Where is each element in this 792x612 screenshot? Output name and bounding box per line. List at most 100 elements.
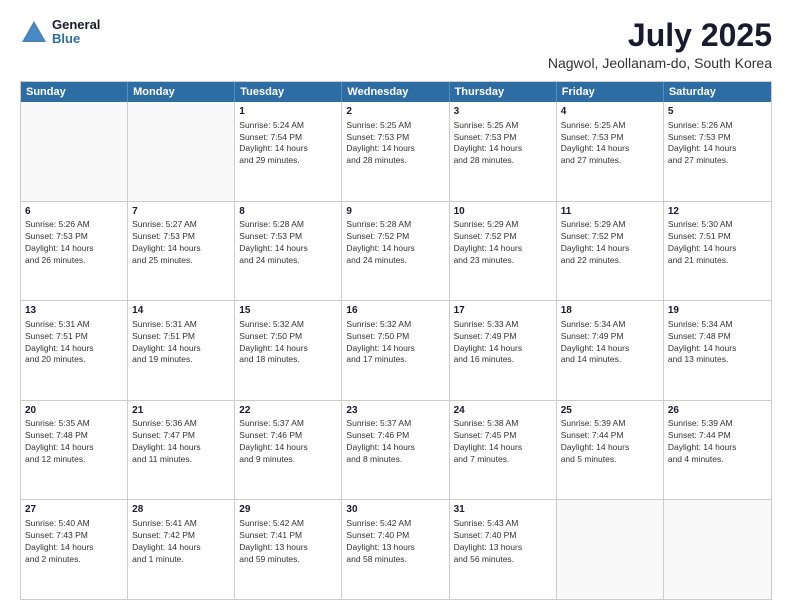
cell-info: Sunrise: 5:33 AM Sunset: 7:49 PM Dayligh… xyxy=(454,319,552,367)
cell-info: Sunrise: 5:32 AM Sunset: 7:50 PM Dayligh… xyxy=(239,319,337,367)
cal-cell: 13Sunrise: 5:31 AM Sunset: 7:51 PM Dayli… xyxy=(21,301,128,400)
cell-info: Sunrise: 5:25 AM Sunset: 7:53 PM Dayligh… xyxy=(454,120,552,168)
cal-cell xyxy=(664,500,771,599)
cell-info: Sunrise: 5:25 AM Sunset: 7:53 PM Dayligh… xyxy=(346,120,444,168)
calendar-header: SundayMondayTuesdayWednesdayThursdayFrid… xyxy=(21,82,771,102)
cell-info: Sunrise: 5:31 AM Sunset: 7:51 PM Dayligh… xyxy=(132,319,230,367)
cell-info: Sunrise: 5:38 AM Sunset: 7:45 PM Dayligh… xyxy=(454,418,552,466)
cal-cell: 8Sunrise: 5:28 AM Sunset: 7:53 PM Daylig… xyxy=(235,202,342,301)
day-number: 11 xyxy=(561,205,659,219)
day-number: 25 xyxy=(561,404,659,418)
day-number: 19 xyxy=(668,304,767,318)
cell-info: Sunrise: 5:26 AM Sunset: 7:53 PM Dayligh… xyxy=(668,120,767,168)
day-number: 20 xyxy=(25,404,123,418)
cell-info: Sunrise: 5:27 AM Sunset: 7:53 PM Dayligh… xyxy=(132,219,230,267)
cal-cell: 27Sunrise: 5:40 AM Sunset: 7:43 PM Dayli… xyxy=(21,500,128,599)
cell-info: Sunrise: 5:30 AM Sunset: 7:51 PM Dayligh… xyxy=(668,219,767,267)
cal-header-wednesday: Wednesday xyxy=(342,82,449,102)
logo-text: General Blue xyxy=(52,18,100,47)
day-number: 7 xyxy=(132,205,230,219)
cal-cell: 17Sunrise: 5:33 AM Sunset: 7:49 PM Dayli… xyxy=(450,301,557,400)
cal-header-monday: Monday xyxy=(128,82,235,102)
title-section: July 2025 Nagwol, Jeollanam-do, South Ko… xyxy=(548,18,772,71)
cal-cell: 10Sunrise: 5:29 AM Sunset: 7:52 PM Dayli… xyxy=(450,202,557,301)
cal-cell: 29Sunrise: 5:42 AM Sunset: 7:41 PM Dayli… xyxy=(235,500,342,599)
day-number: 22 xyxy=(239,404,337,418)
cal-header-friday: Friday xyxy=(557,82,664,102)
cal-cell: 25Sunrise: 5:39 AM Sunset: 7:44 PM Dayli… xyxy=(557,401,664,500)
day-number: 29 xyxy=(239,503,337,517)
month-year: July 2025 xyxy=(548,18,772,53)
cell-info: Sunrise: 5:41 AM Sunset: 7:42 PM Dayligh… xyxy=(132,518,230,566)
logo-icon xyxy=(20,18,48,46)
cal-cell: 7Sunrise: 5:27 AM Sunset: 7:53 PM Daylig… xyxy=(128,202,235,301)
cal-row-3: 20Sunrise: 5:35 AM Sunset: 7:48 PM Dayli… xyxy=(21,400,771,500)
cal-cell: 4Sunrise: 5:25 AM Sunset: 7:53 PM Daylig… xyxy=(557,102,664,201)
logo-line2: Blue xyxy=(52,32,100,46)
cal-row-1: 6Sunrise: 5:26 AM Sunset: 7:53 PM Daylig… xyxy=(21,201,771,301)
cal-cell: 16Sunrise: 5:32 AM Sunset: 7:50 PM Dayli… xyxy=(342,301,449,400)
day-number: 16 xyxy=(346,304,444,318)
cell-info: Sunrise: 5:24 AM Sunset: 7:54 PM Dayligh… xyxy=(239,120,337,168)
cell-info: Sunrise: 5:34 AM Sunset: 7:49 PM Dayligh… xyxy=(561,319,659,367)
cal-cell: 9Sunrise: 5:28 AM Sunset: 7:52 PM Daylig… xyxy=(342,202,449,301)
cell-info: Sunrise: 5:36 AM Sunset: 7:47 PM Dayligh… xyxy=(132,418,230,466)
cell-info: Sunrise: 5:42 AM Sunset: 7:41 PM Dayligh… xyxy=(239,518,337,566)
cell-info: Sunrise: 5:29 AM Sunset: 7:52 PM Dayligh… xyxy=(561,219,659,267)
day-number: 2 xyxy=(346,105,444,119)
cell-info: Sunrise: 5:32 AM Sunset: 7:50 PM Dayligh… xyxy=(346,319,444,367)
day-number: 27 xyxy=(25,503,123,517)
cal-cell: 20Sunrise: 5:35 AM Sunset: 7:48 PM Dayli… xyxy=(21,401,128,500)
day-number: 5 xyxy=(668,105,767,119)
day-number: 15 xyxy=(239,304,337,318)
calendar-body: 1Sunrise: 5:24 AM Sunset: 7:54 PM Daylig… xyxy=(21,102,771,599)
day-number: 13 xyxy=(25,304,123,318)
cal-cell: 18Sunrise: 5:34 AM Sunset: 7:49 PM Dayli… xyxy=(557,301,664,400)
day-number: 12 xyxy=(668,205,767,219)
cal-cell: 15Sunrise: 5:32 AM Sunset: 7:50 PM Dayli… xyxy=(235,301,342,400)
cal-cell xyxy=(128,102,235,201)
logo: General Blue xyxy=(20,18,100,47)
cal-cell: 26Sunrise: 5:39 AM Sunset: 7:44 PM Dayli… xyxy=(664,401,771,500)
day-number: 18 xyxy=(561,304,659,318)
cal-cell: 1Sunrise: 5:24 AM Sunset: 7:54 PM Daylig… xyxy=(235,102,342,201)
cal-cell: 11Sunrise: 5:29 AM Sunset: 7:52 PM Dayli… xyxy=(557,202,664,301)
cal-cell: 22Sunrise: 5:37 AM Sunset: 7:46 PM Dayli… xyxy=(235,401,342,500)
cal-header-thursday: Thursday xyxy=(450,82,557,102)
cell-info: Sunrise: 5:42 AM Sunset: 7:40 PM Dayligh… xyxy=(346,518,444,566)
cal-cell: 3Sunrise: 5:25 AM Sunset: 7:53 PM Daylig… xyxy=(450,102,557,201)
cell-info: Sunrise: 5:29 AM Sunset: 7:52 PM Dayligh… xyxy=(454,219,552,267)
cal-cell: 21Sunrise: 5:36 AM Sunset: 7:47 PM Dayli… xyxy=(128,401,235,500)
cal-cell: 12Sunrise: 5:30 AM Sunset: 7:51 PM Dayli… xyxy=(664,202,771,301)
page: General Blue July 2025 Nagwol, Jeollanam… xyxy=(0,0,792,612)
cal-cell: 19Sunrise: 5:34 AM Sunset: 7:48 PM Dayli… xyxy=(664,301,771,400)
cal-header-tuesday: Tuesday xyxy=(235,82,342,102)
cell-info: Sunrise: 5:39 AM Sunset: 7:44 PM Dayligh… xyxy=(668,418,767,466)
cal-row-4: 27Sunrise: 5:40 AM Sunset: 7:43 PM Dayli… xyxy=(21,499,771,599)
day-number: 28 xyxy=(132,503,230,517)
cal-cell: 6Sunrise: 5:26 AM Sunset: 7:53 PM Daylig… xyxy=(21,202,128,301)
cal-row-2: 13Sunrise: 5:31 AM Sunset: 7:51 PM Dayli… xyxy=(21,300,771,400)
cell-info: Sunrise: 5:40 AM Sunset: 7:43 PM Dayligh… xyxy=(25,518,123,566)
cell-info: Sunrise: 5:34 AM Sunset: 7:48 PM Dayligh… xyxy=(668,319,767,367)
calendar: SundayMondayTuesdayWednesdayThursdayFrid… xyxy=(20,81,772,600)
cal-cell: 2Sunrise: 5:25 AM Sunset: 7:53 PM Daylig… xyxy=(342,102,449,201)
cal-cell: 14Sunrise: 5:31 AM Sunset: 7:51 PM Dayli… xyxy=(128,301,235,400)
day-number: 23 xyxy=(346,404,444,418)
cal-cell: 30Sunrise: 5:42 AM Sunset: 7:40 PM Dayli… xyxy=(342,500,449,599)
day-number: 6 xyxy=(25,205,123,219)
cell-info: Sunrise: 5:35 AM Sunset: 7:48 PM Dayligh… xyxy=(25,418,123,466)
day-number: 14 xyxy=(132,304,230,318)
cal-cell: 31Sunrise: 5:43 AM Sunset: 7:40 PM Dayli… xyxy=(450,500,557,599)
day-number: 31 xyxy=(454,503,552,517)
cal-cell: 5Sunrise: 5:26 AM Sunset: 7:53 PM Daylig… xyxy=(664,102,771,201)
cell-info: Sunrise: 5:26 AM Sunset: 7:53 PM Dayligh… xyxy=(25,219,123,267)
day-number: 8 xyxy=(239,205,337,219)
cell-info: Sunrise: 5:28 AM Sunset: 7:52 PM Dayligh… xyxy=(346,219,444,267)
cell-info: Sunrise: 5:37 AM Sunset: 7:46 PM Dayligh… xyxy=(239,418,337,466)
cal-header-saturday: Saturday xyxy=(664,82,771,102)
cal-cell xyxy=(21,102,128,201)
cell-info: Sunrise: 5:31 AM Sunset: 7:51 PM Dayligh… xyxy=(25,319,123,367)
day-number: 10 xyxy=(454,205,552,219)
cell-info: Sunrise: 5:43 AM Sunset: 7:40 PM Dayligh… xyxy=(454,518,552,566)
